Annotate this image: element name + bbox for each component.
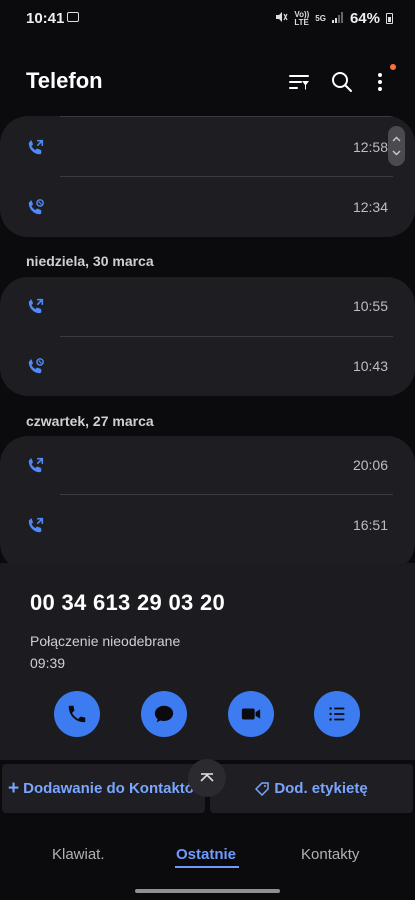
status-indicators: Vo)) LTE 5G 64% bbox=[274, 10, 393, 27]
search-icon[interactable] bbox=[330, 70, 354, 94]
notification-dot bbox=[390, 64, 396, 70]
add-to-contacts-label: Dodawanie do Kontaktów bbox=[23, 780, 205, 797]
plus-icon: + bbox=[8, 777, 20, 799]
outgoing-call-icon bbox=[27, 297, 45, 315]
tab-recents[interactable]: Ostatnie bbox=[176, 846, 236, 863]
add-tag-label: Dod. etykietę bbox=[274, 780, 368, 797]
divider bbox=[60, 494, 393, 495]
call-log-row[interactable]: 10:55 bbox=[0, 277, 415, 335]
network-5g-indicator: 5G bbox=[315, 13, 326, 23]
call-group-card: 20:06 16:51 bbox=[0, 436, 415, 571]
missed-call-icon bbox=[27, 357, 45, 375]
message-icon bbox=[154, 705, 174, 723]
divider bbox=[60, 116, 393, 117]
call-log-row[interactable]: 12:58 bbox=[0, 118, 415, 176]
date-header: niedziela, 30 marca bbox=[26, 253, 154, 269]
active-tab-indicator bbox=[175, 866, 239, 868]
outgoing-call-icon bbox=[27, 456, 45, 474]
outgoing-call-icon bbox=[27, 138, 45, 156]
volte-indicator: Vo)) LTE bbox=[294, 10, 309, 27]
tab-keypad[interactable]: Klawiat. bbox=[52, 846, 105, 863]
mute-icon bbox=[274, 10, 288, 27]
filter-icon[interactable] bbox=[287, 70, 311, 94]
tag-icon bbox=[255, 781, 270, 796]
call-log-row[interactable]: 12:34 bbox=[0, 178, 415, 236]
call-group-card: 10:55 10:43 bbox=[0, 277, 415, 396]
call-button[interactable] bbox=[54, 691, 100, 737]
page-title: Telefon bbox=[26, 68, 103, 93]
details-icon bbox=[329, 707, 345, 721]
battery-icon bbox=[386, 13, 393, 24]
call-time: 10:43 bbox=[352, 358, 388, 374]
call-detail-time: 09:39 bbox=[30, 655, 66, 671]
date-header: czwartek, 27 marca bbox=[26, 413, 154, 429]
add-tag-button[interactable]: Dod. etykietę bbox=[210, 764, 413, 813]
call-log-row[interactable]: 10:43 bbox=[0, 337, 415, 395]
video-call-icon bbox=[241, 708, 261, 720]
status-bar: 10:41 Vo)) LTE 5G 64% bbox=[0, 0, 415, 36]
signal-icon bbox=[331, 11, 344, 26]
add-to-contacts-button[interactable]: + Dodawanie do Kontaktów bbox=[2, 764, 205, 813]
call-time: 12:58 bbox=[352, 139, 388, 155]
call-detail-panel: 00 34 613 29 03 20 Połączenie nieodebran… bbox=[0, 563, 415, 760]
gallery-notification-icon bbox=[67, 12, 79, 22]
call-icon bbox=[68, 705, 86, 723]
app-header: Telefon bbox=[0, 60, 415, 104]
tab-contacts[interactable]: Kontakty bbox=[301, 846, 359, 863]
call-time: 16:51 bbox=[352, 517, 388, 533]
lte-label: LTE bbox=[294, 17, 309, 27]
details-button[interactable] bbox=[314, 691, 360, 737]
call-group-card: 12:58 12:34 bbox=[0, 116, 415, 237]
battery-percent: 64% bbox=[349, 10, 380, 27]
outgoing-call-icon bbox=[27, 516, 45, 534]
fast-scroll-handle[interactable] bbox=[388, 126, 405, 166]
collapse-up-button[interactable] bbox=[188, 759, 226, 797]
divider bbox=[60, 176, 393, 177]
call-log-row[interactable]: 20:06 bbox=[0, 436, 415, 494]
call-time: 10:55 bbox=[352, 298, 388, 314]
call-log-row[interactable]: 16:51 bbox=[0, 496, 415, 554]
missed-call-icon bbox=[27, 198, 45, 216]
chevron-up-icon bbox=[200, 773, 214, 782]
status-time: 10:41 bbox=[26, 10, 65, 27]
message-button[interactable] bbox=[141, 691, 187, 737]
video-call-button[interactable] bbox=[228, 691, 274, 737]
more-options-icon[interactable] bbox=[368, 70, 392, 94]
home-indicator[interactable] bbox=[135, 889, 280, 893]
call-status: Połączenie nieodebrane bbox=[30, 633, 181, 649]
call-time: 12:34 bbox=[352, 199, 388, 215]
phone-number: 00 34 613 29 03 20 bbox=[30, 590, 226, 615]
call-time: 20:06 bbox=[352, 457, 388, 473]
